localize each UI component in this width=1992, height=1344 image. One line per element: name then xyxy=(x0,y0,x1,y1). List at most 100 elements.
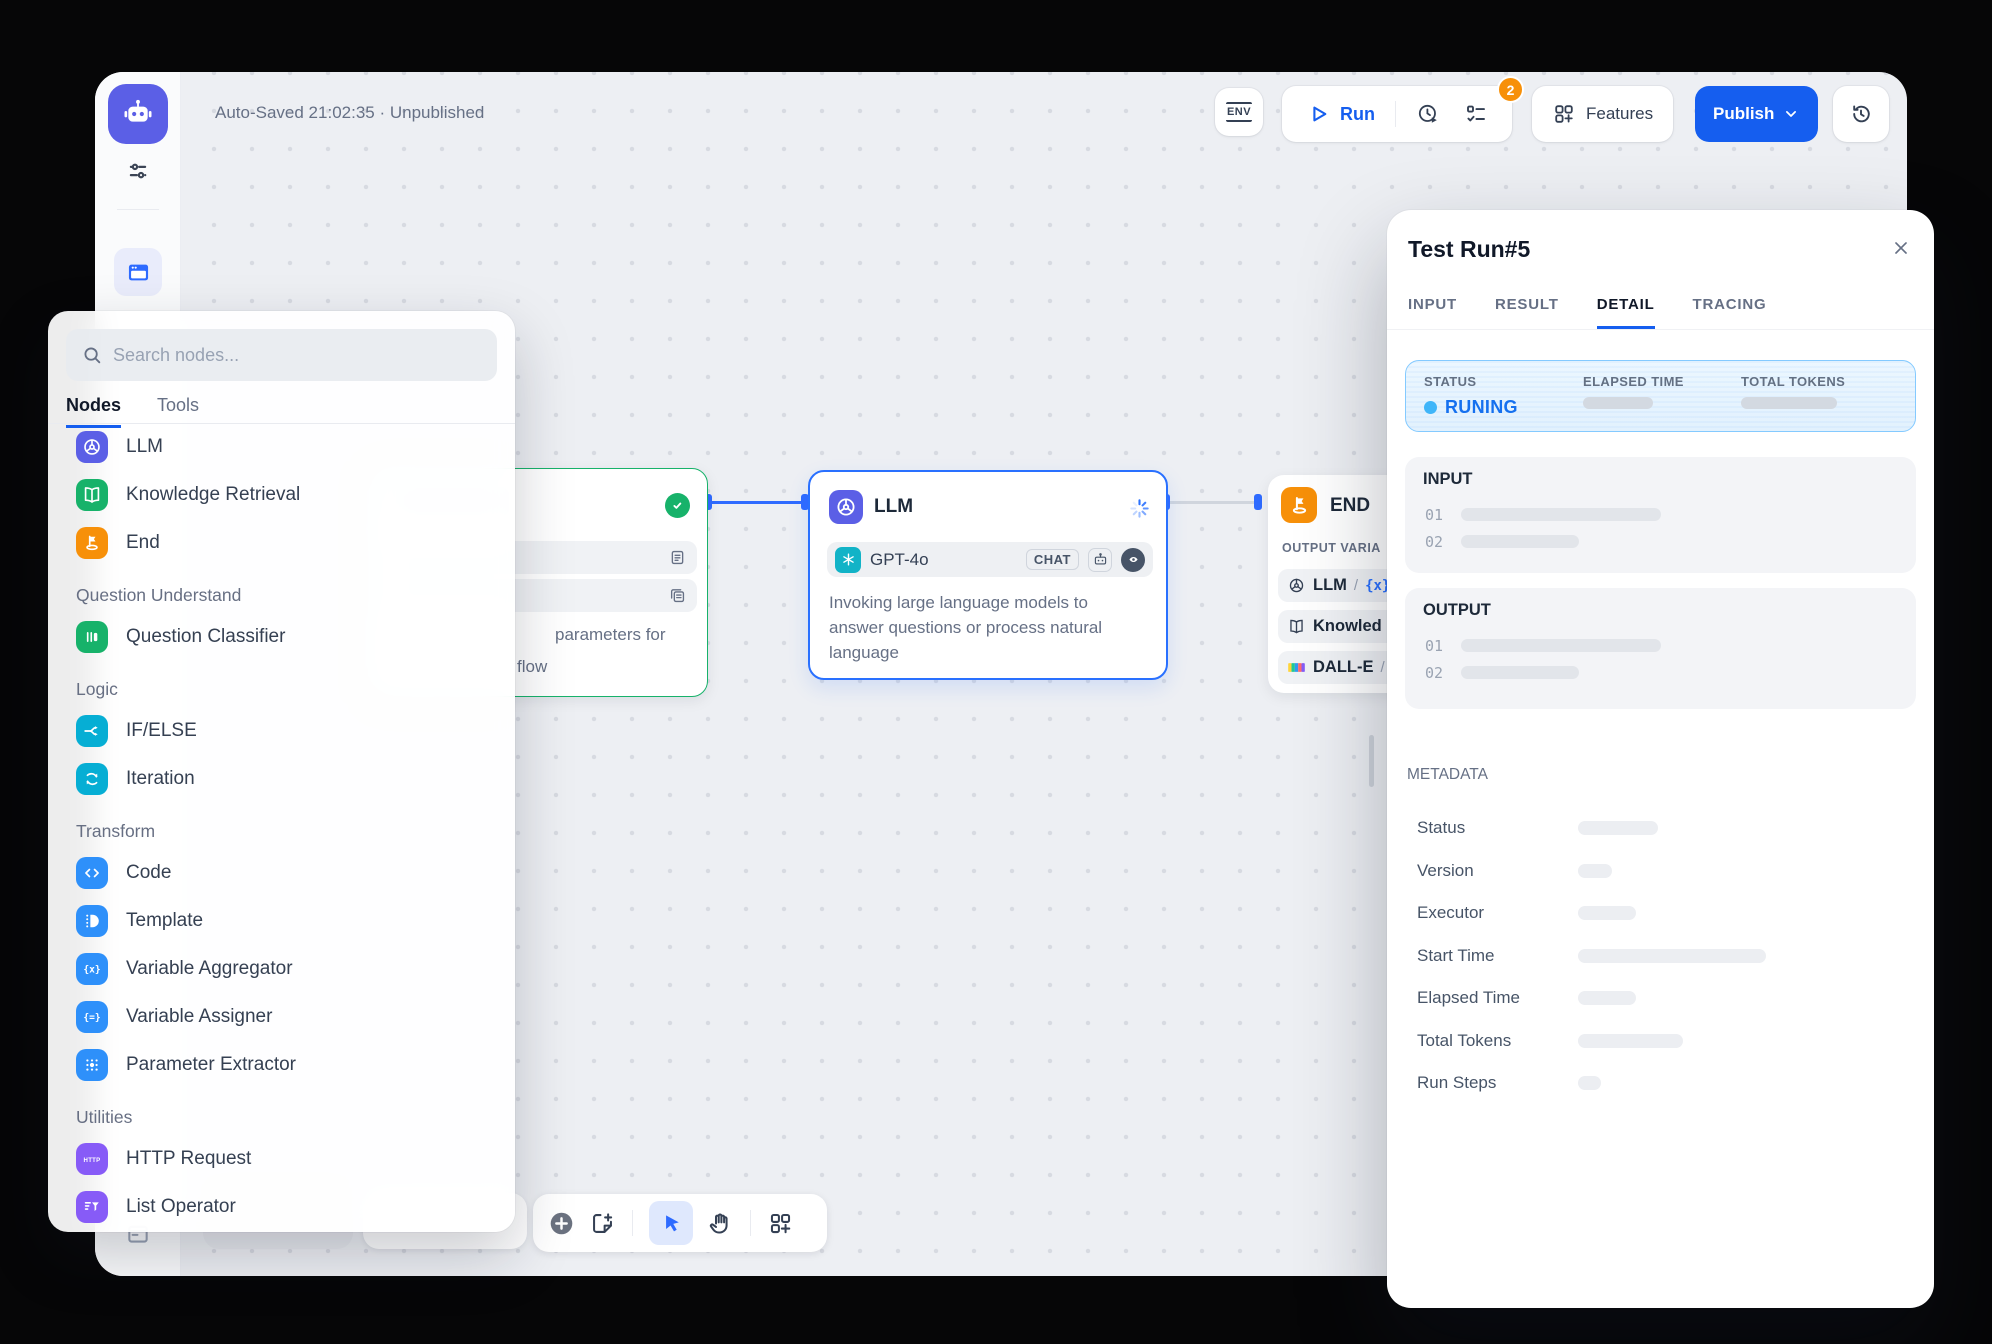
question-classifier-icon xyxy=(76,621,108,653)
iteration-icon xyxy=(76,763,108,795)
node-item-code[interactable]: Code xyxy=(48,849,515,897)
row-value-skeleton xyxy=(1461,535,1579,548)
run-button[interactable]: Run xyxy=(1306,102,1375,126)
metadata-row-executor: Executor xyxy=(1417,892,1916,935)
node-item-label: Iteration xyxy=(126,768,195,790)
node-section-header-question-understand: Question Understand xyxy=(48,577,515,613)
run-tab-input[interactable]: INPUT xyxy=(1408,296,1457,329)
value-skeleton xyxy=(1583,397,1653,409)
status-banner-col-total-tokens: TOTAL TOKENS xyxy=(1741,361,1845,409)
book-icon xyxy=(1287,617,1306,636)
run-tab-result[interactable]: RESULT xyxy=(1495,296,1559,329)
env-button[interactable]: ENV xyxy=(1215,88,1263,136)
checklist-count-badge: 2 xyxy=(1497,76,1524,103)
run-button-group: Run xyxy=(1282,86,1512,142)
canvas-toolbar xyxy=(533,1194,827,1252)
metadata-value-skeleton xyxy=(1578,821,1658,835)
pointer-tool-button[interactable] xyxy=(649,1201,693,1245)
features-button[interactable]: Features xyxy=(1532,86,1673,142)
metadata-label: Elapsed Time xyxy=(1417,988,1578,1008)
metadata-row-status: Status xyxy=(1417,807,1916,850)
node-item-parameter-extractor[interactable]: Parameter Extractor xyxy=(48,1041,515,1089)
io-row-02: 02 xyxy=(1425,528,1896,555)
chat-mode-badge: CHAT xyxy=(1026,549,1079,570)
search-input[interactable] xyxy=(113,345,482,366)
run-panel-tabs: INPUT RESULT DETAIL TRACING xyxy=(1408,296,1766,329)
llm-node-description: Invoking large language models to answer… xyxy=(829,590,1125,665)
model-selector[interactable]: GPT-4o CHAT xyxy=(827,542,1153,577)
vision-eye-icon xyxy=(1121,548,1145,572)
organize-nodes-button[interactable] xyxy=(767,1210,794,1237)
assistant-badge-icon xyxy=(1088,548,1112,572)
text-field-icon xyxy=(668,548,687,567)
history-icon xyxy=(1849,102,1873,126)
metadata-row-run-steps: Run Steps xyxy=(1417,1062,1916,1105)
llm-node-icon xyxy=(829,490,863,524)
metadata-rows: Status Version ExecutorStart Time Elapsed T… xyxy=(1417,807,1916,1105)
close-button[interactable] xyxy=(1887,234,1915,262)
output-section: OUTPUT 0102 xyxy=(1405,588,1916,709)
start-node-description: parameters for xyxy=(555,625,666,645)
preview-panel-button[interactable] xyxy=(114,248,162,296)
node-item-if-else[interactable]: IF/ELSE xyxy=(48,707,515,755)
node-item-knowledge-retrieval[interactable]: Knowledge Retrieval xyxy=(48,471,515,519)
canvas-scrollbar[interactable] xyxy=(1369,735,1374,787)
run-history-icon[interactable] xyxy=(1416,102,1440,126)
connector-in xyxy=(1254,494,1262,510)
if-else-icon xyxy=(76,715,108,747)
banner-label: TOTAL TOKENS xyxy=(1741,374,1845,389)
svg-text:{=}: {=} xyxy=(83,1013,100,1024)
end-icon xyxy=(76,527,108,559)
checklist-icon[interactable] xyxy=(1464,102,1488,126)
list-operator-icon xyxy=(76,1191,108,1223)
node-item-variable-assigner[interactable]: {=}Variable Assigner xyxy=(48,993,515,1041)
node-item-label: Parameter Extractor xyxy=(126,1054,296,1076)
http-request-icon: HTTP xyxy=(76,1143,108,1175)
node-item-label: IF/ELSE xyxy=(126,720,197,742)
llm-node[interactable]: LLM GPT-4o CHAT xyxy=(808,470,1168,680)
toolbar-divider xyxy=(1395,101,1396,127)
features-grid-icon xyxy=(1552,102,1576,126)
node-item-question-classifier[interactable]: Question Classifier xyxy=(48,613,515,661)
search-field[interactable] xyxy=(66,329,497,381)
output-variables-caption: OUTPUT VARIA xyxy=(1282,541,1381,555)
metadata-title: METADATA xyxy=(1407,766,1488,784)
svg-text:HTTP: HTTP xyxy=(84,1158,101,1164)
publish-button[interactable]: Publish xyxy=(1695,86,1818,142)
add-node-button[interactable] xyxy=(548,1210,575,1237)
start-node-description: flow xyxy=(517,657,547,677)
window-icon xyxy=(125,259,152,286)
node-item-variable-aggregator[interactable]: {x}Variable Aggregator xyxy=(48,945,515,993)
separator: / xyxy=(1381,659,1385,676)
variable-node-name: Knowled xyxy=(1313,617,1382,636)
metadata-row-version: Version xyxy=(1417,850,1916,893)
llm-node-title: LLM xyxy=(874,496,913,518)
llm-icon xyxy=(76,431,108,463)
close-icon xyxy=(1891,238,1911,258)
metadata-label: Version xyxy=(1417,861,1578,881)
node-item-http-request[interactable]: HTTPHTTP Request xyxy=(48,1135,515,1183)
test-run-panel: Test Run#5 INPUTRESULTDETAILTRACING STAT… xyxy=(1387,210,1934,1308)
workflow-settings-icon[interactable] xyxy=(123,156,153,186)
row-index: 01 xyxy=(1425,506,1443,524)
run-tab-detail[interactable]: DETAIL xyxy=(1597,296,1655,329)
node-item-llm[interactable]: LLM xyxy=(48,423,515,471)
app-logo[interactable] xyxy=(108,84,168,144)
node-item-label: Question Classifier xyxy=(126,626,285,648)
node-item-label: List Operator xyxy=(126,1196,236,1218)
version-history-button[interactable] xyxy=(1833,86,1889,142)
node-item-label: Template xyxy=(126,910,203,932)
node-item-end[interactable]: End xyxy=(48,519,515,567)
node-item-iteration[interactable]: Iteration xyxy=(48,755,515,803)
node-item-template[interactable]: Template xyxy=(48,897,515,945)
metadata-value-skeleton xyxy=(1578,949,1766,963)
add-note-button[interactable] xyxy=(589,1210,616,1237)
node-section-header-utilities: Utilities xyxy=(48,1099,515,1135)
status-banner-col-status: STATUSRUNING xyxy=(1424,361,1518,418)
metadata-row-start-time: Start Time xyxy=(1417,935,1916,978)
hand-tool-button[interactable] xyxy=(707,1210,734,1237)
run-panel-tabs-divider xyxy=(1387,329,1934,330)
run-tab-tracing[interactable]: TRACING xyxy=(1693,296,1767,329)
node-item-list-operator[interactable]: List Operator xyxy=(48,1183,515,1231)
metadata-label: Status xyxy=(1417,818,1578,838)
